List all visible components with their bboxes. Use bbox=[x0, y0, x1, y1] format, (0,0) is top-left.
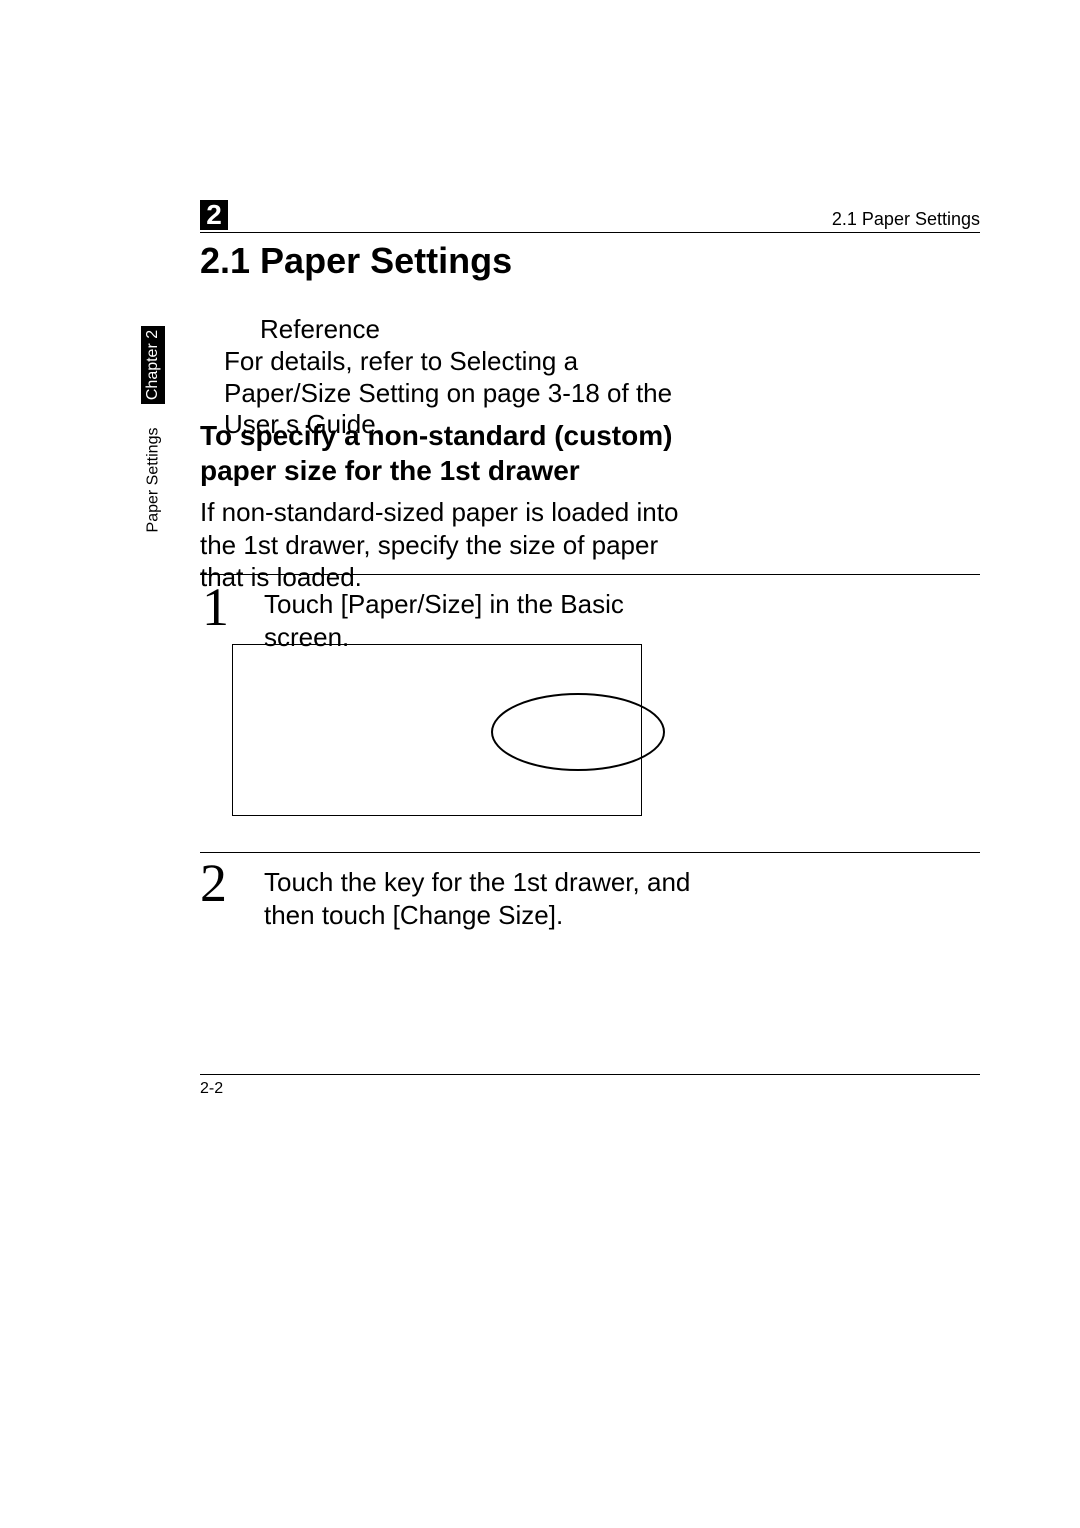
section-title: 2.1 Paper Settings bbox=[200, 240, 512, 282]
manual-page: 2 2.1 Paper Settings 2.1 Paper Settings … bbox=[0, 0, 1080, 1528]
running-header: 2.1 Paper Settings bbox=[832, 209, 980, 230]
reference-label: Reference bbox=[260, 314, 380, 345]
step-divider bbox=[200, 852, 980, 853]
side-section-label: Paper Settings bbox=[140, 420, 166, 540]
side-chapter-tab: Chapter 2 bbox=[141, 326, 165, 404]
highlight-ellipse-icon bbox=[490, 692, 666, 772]
step-number-2: 2 bbox=[200, 852, 227, 914]
intro-paragraph: If non-standard-sized paper is loaded in… bbox=[200, 496, 700, 594]
footer-page-number: 2-2 bbox=[200, 1080, 223, 1098]
step-divider bbox=[200, 574, 980, 575]
side-section-label-text: Paper Settings bbox=[144, 428, 162, 533]
chapter-number-box: 2 bbox=[200, 200, 228, 230]
footer-rule bbox=[200, 1074, 980, 1075]
subsection-title: To specify a non-standard (custom) paper… bbox=[200, 418, 700, 488]
step-text-2: Touch the key for the 1st drawer, and th… bbox=[264, 866, 696, 931]
header-rule bbox=[200, 232, 980, 233]
side-chapter-tab-label: Chapter 2 bbox=[144, 330, 162, 400]
page-header-row: 2 2.1 Paper Settings bbox=[200, 198, 980, 230]
step-number-1: 1 bbox=[202, 576, 229, 638]
